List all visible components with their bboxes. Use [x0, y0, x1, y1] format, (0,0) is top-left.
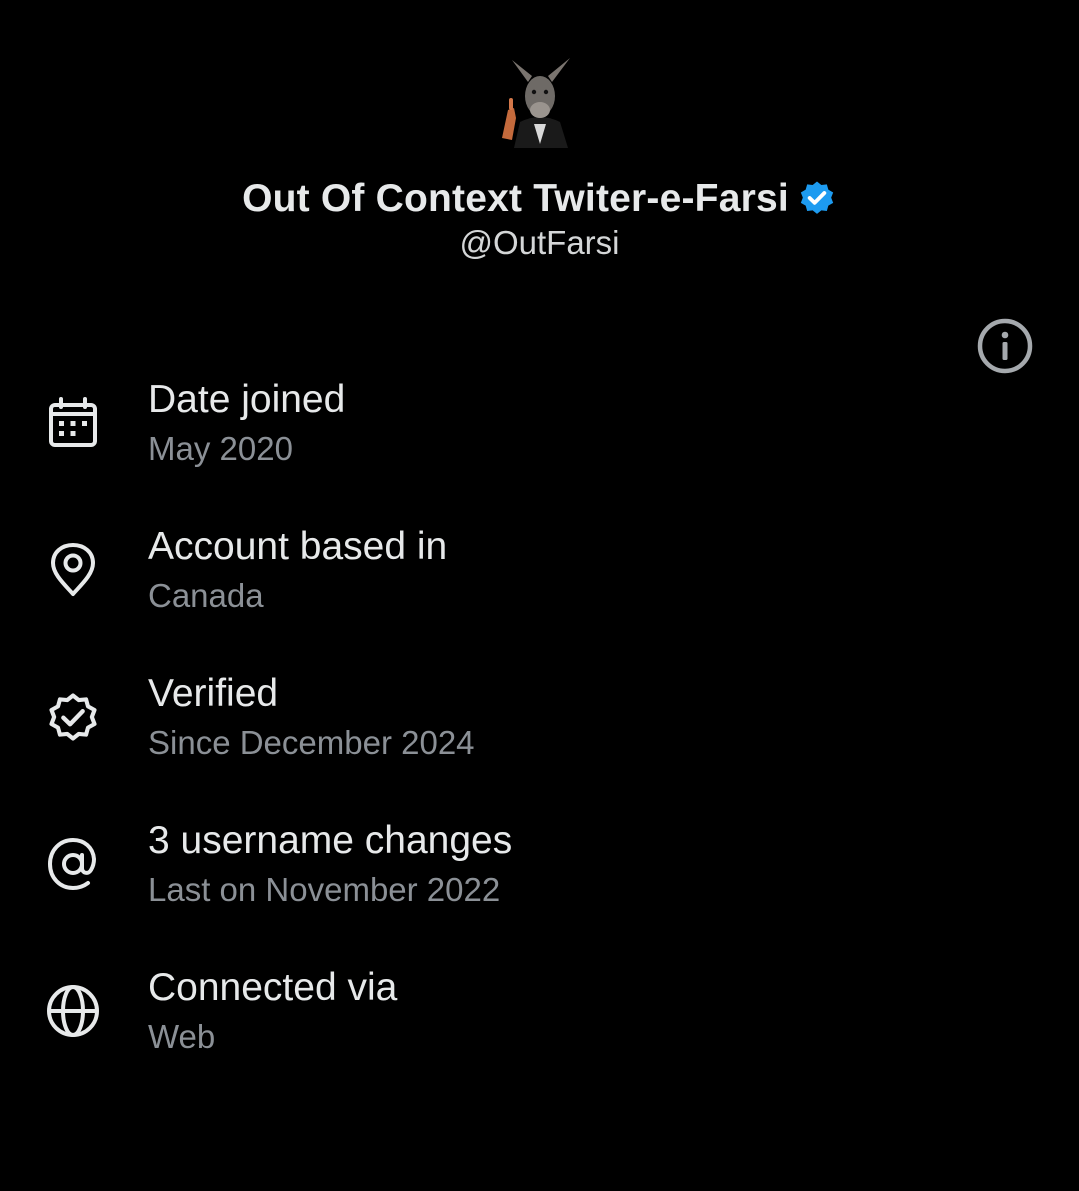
- calendar-icon: [44, 394, 102, 452]
- connected-via-row: Connected via Web: [0, 960, 1079, 1070]
- verified-row: Verified Since December 2024: [0, 666, 1079, 776]
- connected-via-value: Web: [148, 1018, 216, 1055]
- verified-badge-icon: [797, 179, 837, 219]
- username-changes-value: Last on November 2022: [148, 871, 501, 908]
- date-joined-label: Date joined: [148, 378, 346, 421]
- verified-info-button[interactable]: [975, 316, 1035, 376]
- location-pin-icon: [44, 541, 102, 599]
- username-changes-label: 3 username changes: [148, 819, 513, 862]
- info-icon: [977, 318, 1033, 374]
- date-joined-value: May 2020: [148, 430, 293, 467]
- connected-via-label: Connected via: [148, 966, 398, 1009]
- globe-icon: [44, 982, 102, 1040]
- handle: @OutFarsi: [459, 224, 620, 261]
- profile-header: Out Of Context Twiter-e-Farsi @OutFarsi: [0, 0, 1079, 300]
- avatar[interactable]: [492, 52, 588, 148]
- account-based-in-value: Canada: [148, 577, 264, 614]
- account-based-in-row: Account based in Canada: [0, 519, 1079, 629]
- verified-value: Since December 2024: [148, 724, 475, 761]
- verified-outline-icon: [44, 688, 102, 746]
- at-sign-icon: [44, 835, 102, 893]
- date-joined-row: Date joined May 2020: [0, 372, 1079, 482]
- verified-label: Verified: [148, 672, 279, 715]
- account-based-in-label: Account based in: [148, 525, 448, 568]
- username-changes-row: 3 username changes Last on November 2022: [0, 813, 1079, 923]
- name-row: Out Of Context Twiter-e-Farsi: [0, 172, 1079, 226]
- display-name: Out Of Context Twiter-e-Farsi: [242, 177, 789, 220]
